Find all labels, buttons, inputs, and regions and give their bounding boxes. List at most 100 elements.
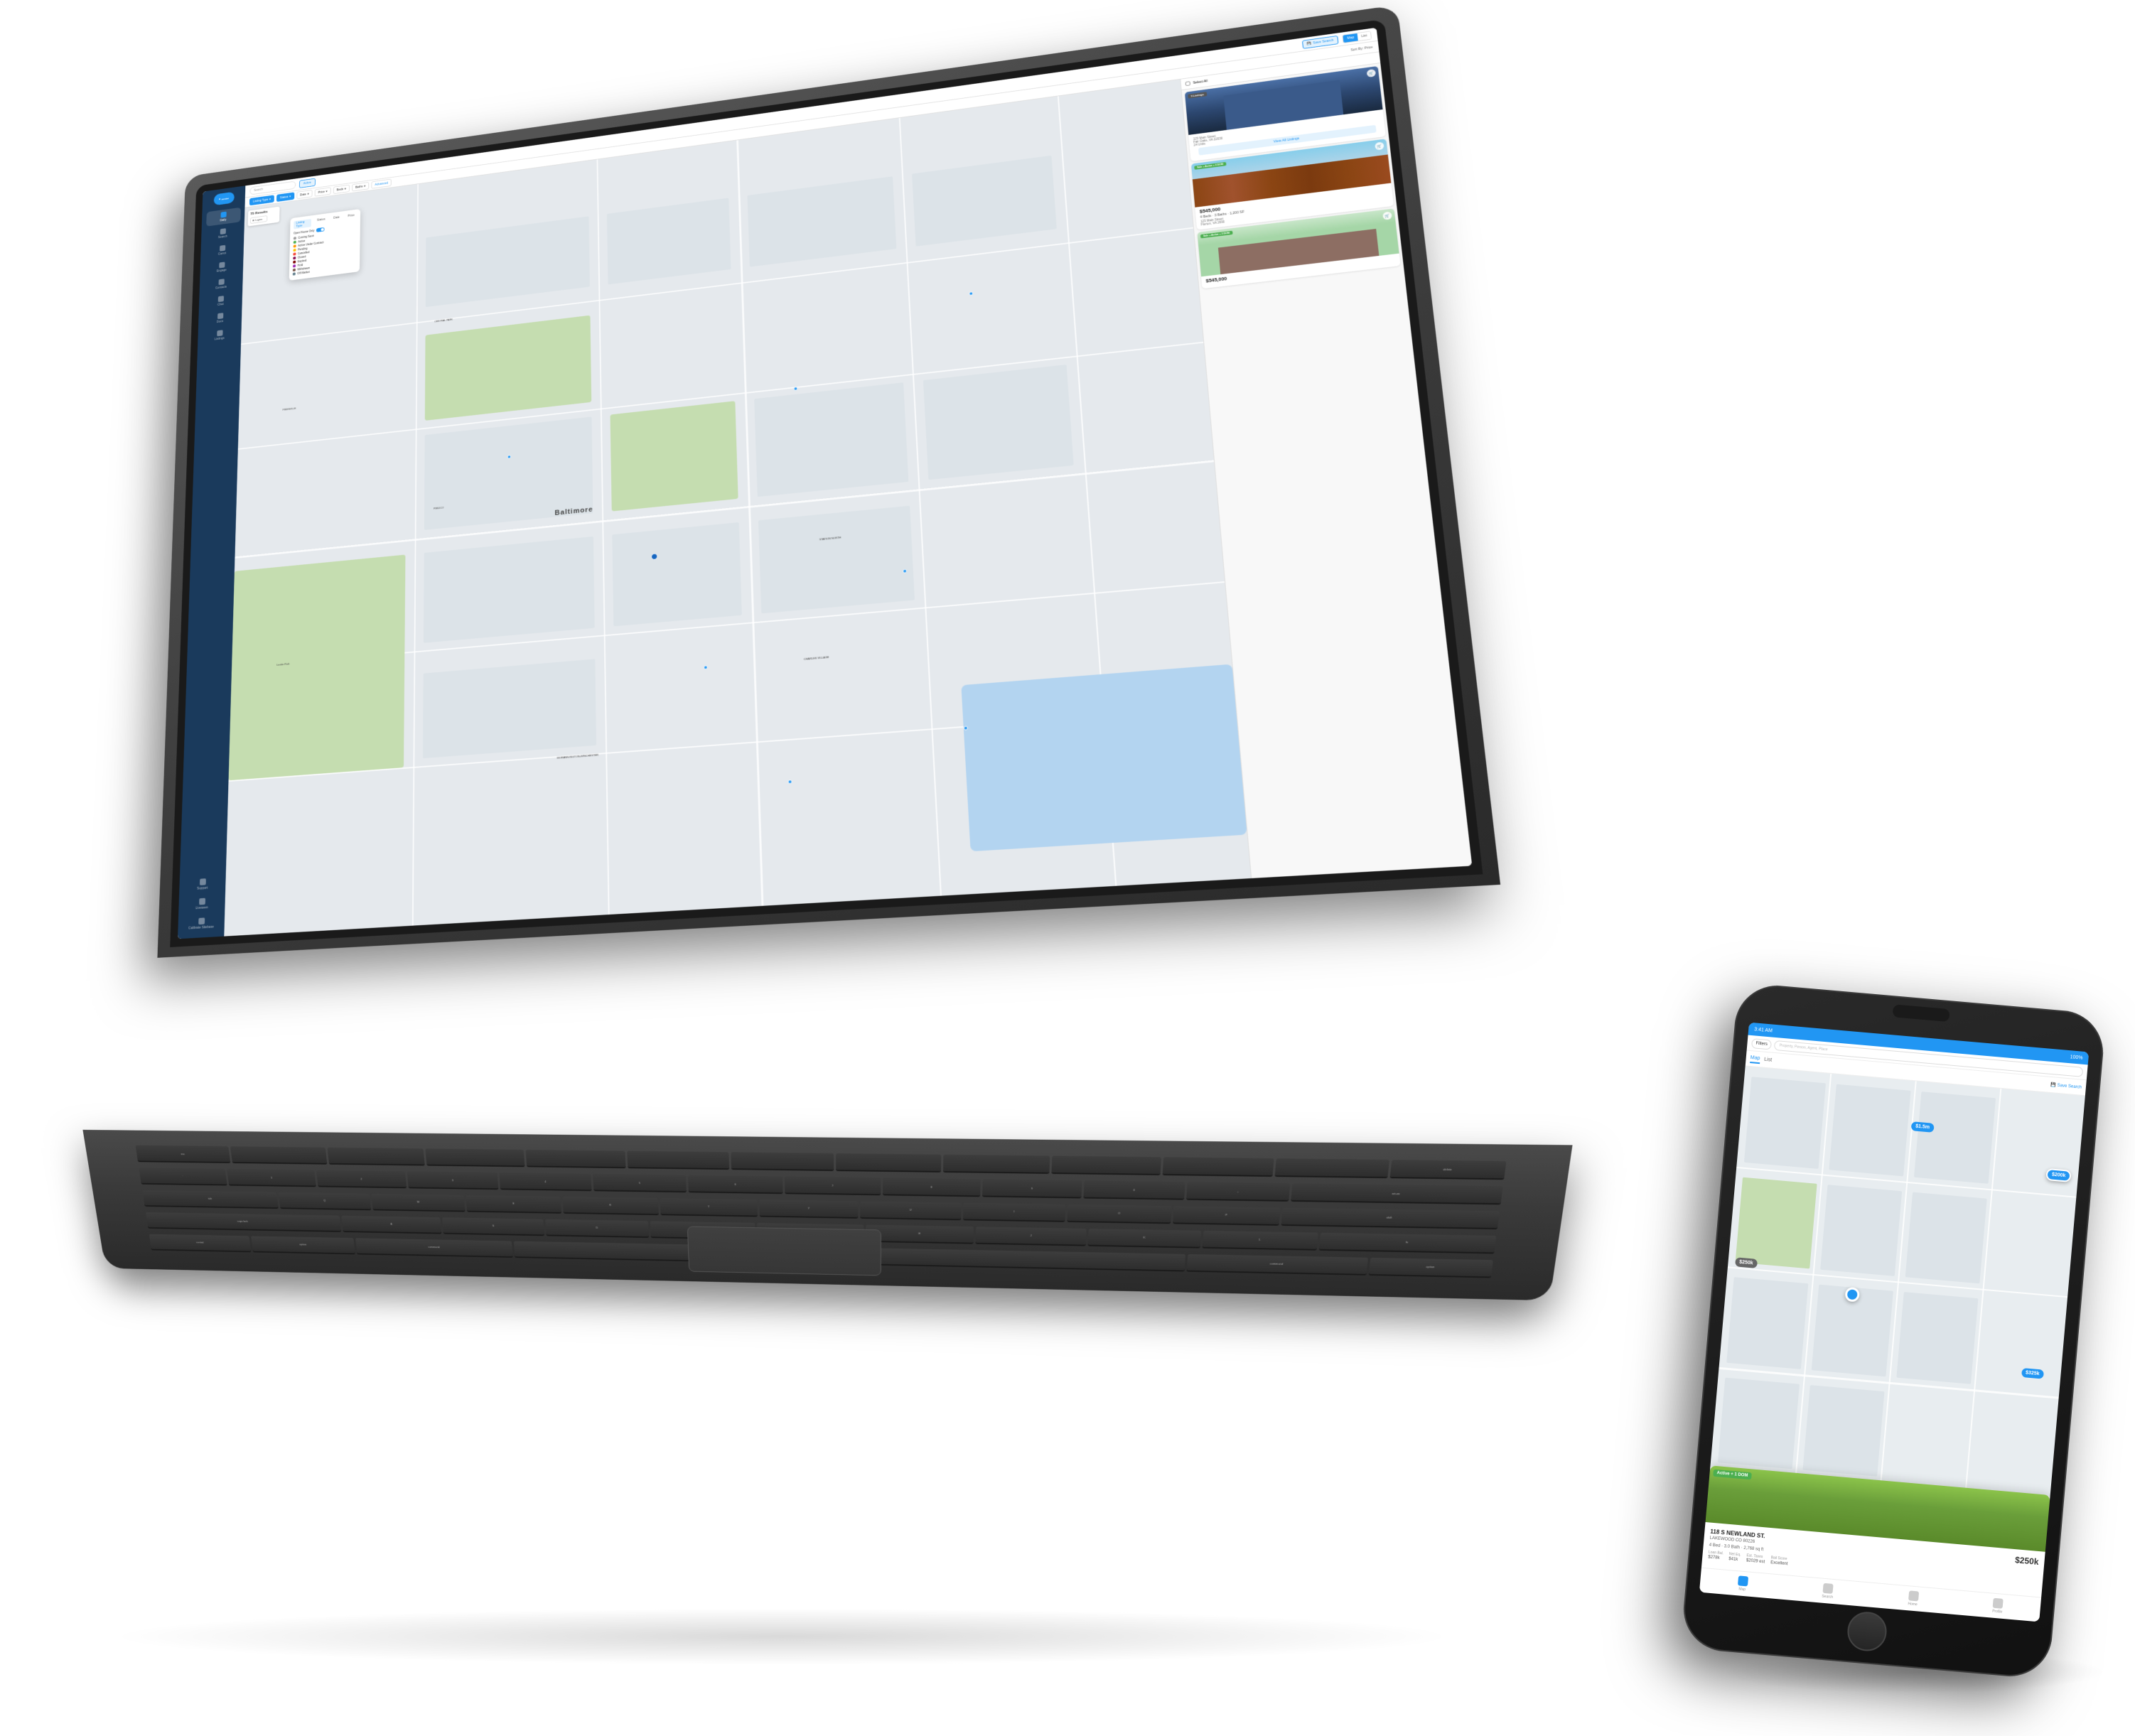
key-q[interactable]: Q bbox=[278, 1192, 371, 1209]
key-f2[interactable] bbox=[327, 1148, 425, 1165]
beds-filter[interactable]: Beds ▾ bbox=[333, 185, 350, 194]
phone-nav-search[interactable]: Search bbox=[1822, 1583, 1834, 1600]
key-shift-right[interactable]: shift bbox=[1281, 1208, 1500, 1229]
price-bubble-200k[interactable]: $200k bbox=[2045, 1168, 2072, 1182]
select-all-checkbox[interactable] bbox=[1185, 81, 1190, 86]
key-f5[interactable] bbox=[628, 1151, 729, 1169]
open-house-toggle[interactable] bbox=[316, 227, 325, 232]
key-f6[interactable] bbox=[731, 1153, 834, 1170]
map-pin[interactable] bbox=[788, 780, 792, 784]
key-8[interactable]: 8 bbox=[883, 1178, 981, 1196]
phone-nav-profile[interactable]: Profile bbox=[1992, 1598, 2004, 1614]
sidebar-item-docs[interactable]: Docs bbox=[203, 308, 237, 328]
key-f11[interactable] bbox=[1275, 1159, 1389, 1177]
listing-cart-icon-2[interactable]: 🛒 bbox=[1375, 141, 1384, 150]
date-filter[interactable]: Date ▾ bbox=[296, 190, 312, 199]
map-pin[interactable] bbox=[903, 568, 907, 573]
key-w[interactable]: W bbox=[372, 1194, 466, 1211]
key-f1[interactable] bbox=[230, 1147, 327, 1164]
key-f4[interactable] bbox=[525, 1150, 625, 1167]
sidebar-item-engage[interactable]: Engage bbox=[204, 258, 239, 277]
price-bubble-1.5m[interactable]: $1.5m bbox=[1911, 1121, 1935, 1133]
list-toggle-btn[interactable]: List bbox=[1357, 31, 1371, 41]
key-a[interactable]: A bbox=[341, 1215, 442, 1232]
key-alt-left[interactable]: option bbox=[251, 1236, 355, 1253]
key-9[interactable]: 9 bbox=[982, 1180, 1082, 1197]
sidebar-item-liveseen[interactable]: Liveseen bbox=[183, 895, 221, 914]
key-k[interactable]: K bbox=[1088, 1229, 1201, 1247]
sidebar-item-listings[interactable]: Listings bbox=[202, 326, 237, 345]
key-tab[interactable]: tab bbox=[142, 1190, 278, 1208]
layers-button[interactable]: ⊞ Layers bbox=[250, 215, 267, 224]
phone-tab-map[interactable]: Map bbox=[1750, 1054, 1760, 1064]
key-p[interactable]: P bbox=[1173, 1206, 1281, 1224]
sidebar-item-contacts[interactable]: Contacts bbox=[204, 274, 239, 293]
phone-map[interactable]: $1.5m $200k $250k $325k Active + 1 DOM bbox=[1701, 1066, 2085, 1597]
key-0[interactable]: 0 bbox=[1084, 1181, 1185, 1199]
key-t[interactable]: T bbox=[660, 1198, 758, 1216]
filter-tab-date[interactable]: Date bbox=[331, 215, 342, 224]
key-s[interactable]: S bbox=[442, 1217, 544, 1234]
sidebar-item-search[interactable]: Search bbox=[205, 224, 240, 243]
phone-save-search-btn[interactable]: 💾 Save Search bbox=[2050, 1082, 2082, 1090]
active-toggle-btn[interactable]: Active bbox=[299, 178, 316, 188]
sidebar-item-support[interactable]: Support bbox=[184, 875, 222, 894]
map-toggle-btn[interactable]: Map bbox=[1343, 33, 1358, 43]
filter-tab-listing-type[interactable]: Listing Type bbox=[294, 219, 311, 229]
key-f7[interactable] bbox=[836, 1153, 941, 1171]
key-minus[interactable]: - bbox=[1186, 1182, 1290, 1200]
key-cmd-right[interactable]: command bbox=[1187, 1254, 1368, 1273]
phone-filters-btn[interactable]: Filters bbox=[1751, 1038, 1772, 1050]
filter-tab-status[interactable]: Status bbox=[315, 217, 328, 227]
status-filter[interactable]: Status ▾ bbox=[276, 192, 294, 202]
key-4[interactable]: 4 bbox=[499, 1172, 591, 1190]
key-f3[interactable] bbox=[426, 1149, 525, 1166]
sidebar-item-calibrate[interactable]: Calibrate Sitebase bbox=[183, 914, 220, 933]
key-3[interactable]: 3 bbox=[407, 1172, 499, 1189]
map-pin[interactable] bbox=[703, 665, 707, 669]
map-pin[interactable] bbox=[963, 726, 967, 730]
key-i[interactable]: I bbox=[963, 1203, 1065, 1221]
key-f9[interactable] bbox=[1052, 1156, 1161, 1174]
key-y[interactable]: Y bbox=[759, 1199, 858, 1217]
phone-tab-list[interactable]: List bbox=[1764, 1056, 1773, 1064]
key-2[interactable]: 2 bbox=[316, 1170, 407, 1187]
baths-filter[interactable]: Baths ▾ bbox=[352, 182, 369, 192]
phone-nav-map[interactable]: Map bbox=[1737, 1575, 1748, 1592]
price-bubble-325k[interactable]: $325k bbox=[2021, 1368, 2044, 1379]
key-l[interactable]: L bbox=[1203, 1231, 1318, 1249]
advanced-filter[interactable]: Advanced bbox=[371, 179, 392, 189]
key-o[interactable]: O bbox=[1067, 1204, 1171, 1222]
key-ctrl[interactable]: control bbox=[149, 1234, 252, 1251]
listing-cart-icon-1[interactable]: 🛒 bbox=[1367, 69, 1376, 77]
sidebar-item-daily[interactable]: Daily bbox=[206, 207, 241, 227]
key-r[interactable]: R bbox=[562, 1197, 659, 1214]
listing-cart-icon-3[interactable]: 🛒 bbox=[1382, 211, 1392, 220]
key-f8[interactable] bbox=[943, 1155, 1050, 1172]
key-6[interactable]: 6 bbox=[688, 1175, 783, 1193]
key-7[interactable]: 7 bbox=[785, 1177, 881, 1195]
key-fn[interactable]: fn bbox=[1319, 1232, 1497, 1252]
sidebar-item-chat[interactable]: Chat bbox=[203, 291, 238, 311]
phone-nav-home[interactable]: Home bbox=[1908, 1590, 1919, 1607]
key-j[interactable]: J bbox=[976, 1226, 1087, 1245]
phone-home-button[interactable] bbox=[1846, 1610, 1888, 1653]
map-pin[interactable] bbox=[793, 387, 797, 391]
key-delete[interactable]: delete bbox=[1389, 1160, 1506, 1178]
key-h[interactable]: H bbox=[866, 1224, 974, 1242]
key-alt-right[interactable]: option bbox=[1368, 1257, 1493, 1276]
key-f10[interactable] bbox=[1162, 1158, 1274, 1176]
laptop-touchpad[interactable] bbox=[687, 1226, 881, 1276]
price-bubble-250k[interactable]: $250k bbox=[1735, 1257, 1758, 1268]
price-filter[interactable]: Price ▾ bbox=[315, 187, 331, 196]
key-5[interactable]: 5 bbox=[593, 1174, 687, 1191]
key-return[interactable]: return bbox=[1291, 1183, 1502, 1203]
key-esc[interactable]: esc bbox=[136, 1145, 231, 1162]
map-area[interactable]: Baltimore PIMLICO PIKESVILLE Leakin Park… bbox=[224, 80, 1251, 937]
key-u[interactable]: U bbox=[861, 1201, 962, 1219]
map-pin[interactable] bbox=[969, 291, 973, 296]
key-cmd-left[interactable]: command bbox=[355, 1238, 513, 1256]
key-1[interactable]: 1 bbox=[227, 1169, 316, 1186]
key-backtick[interactable]: ` bbox=[139, 1168, 227, 1185]
sidebar-item-carrot[interactable]: Carrot bbox=[205, 241, 240, 260]
